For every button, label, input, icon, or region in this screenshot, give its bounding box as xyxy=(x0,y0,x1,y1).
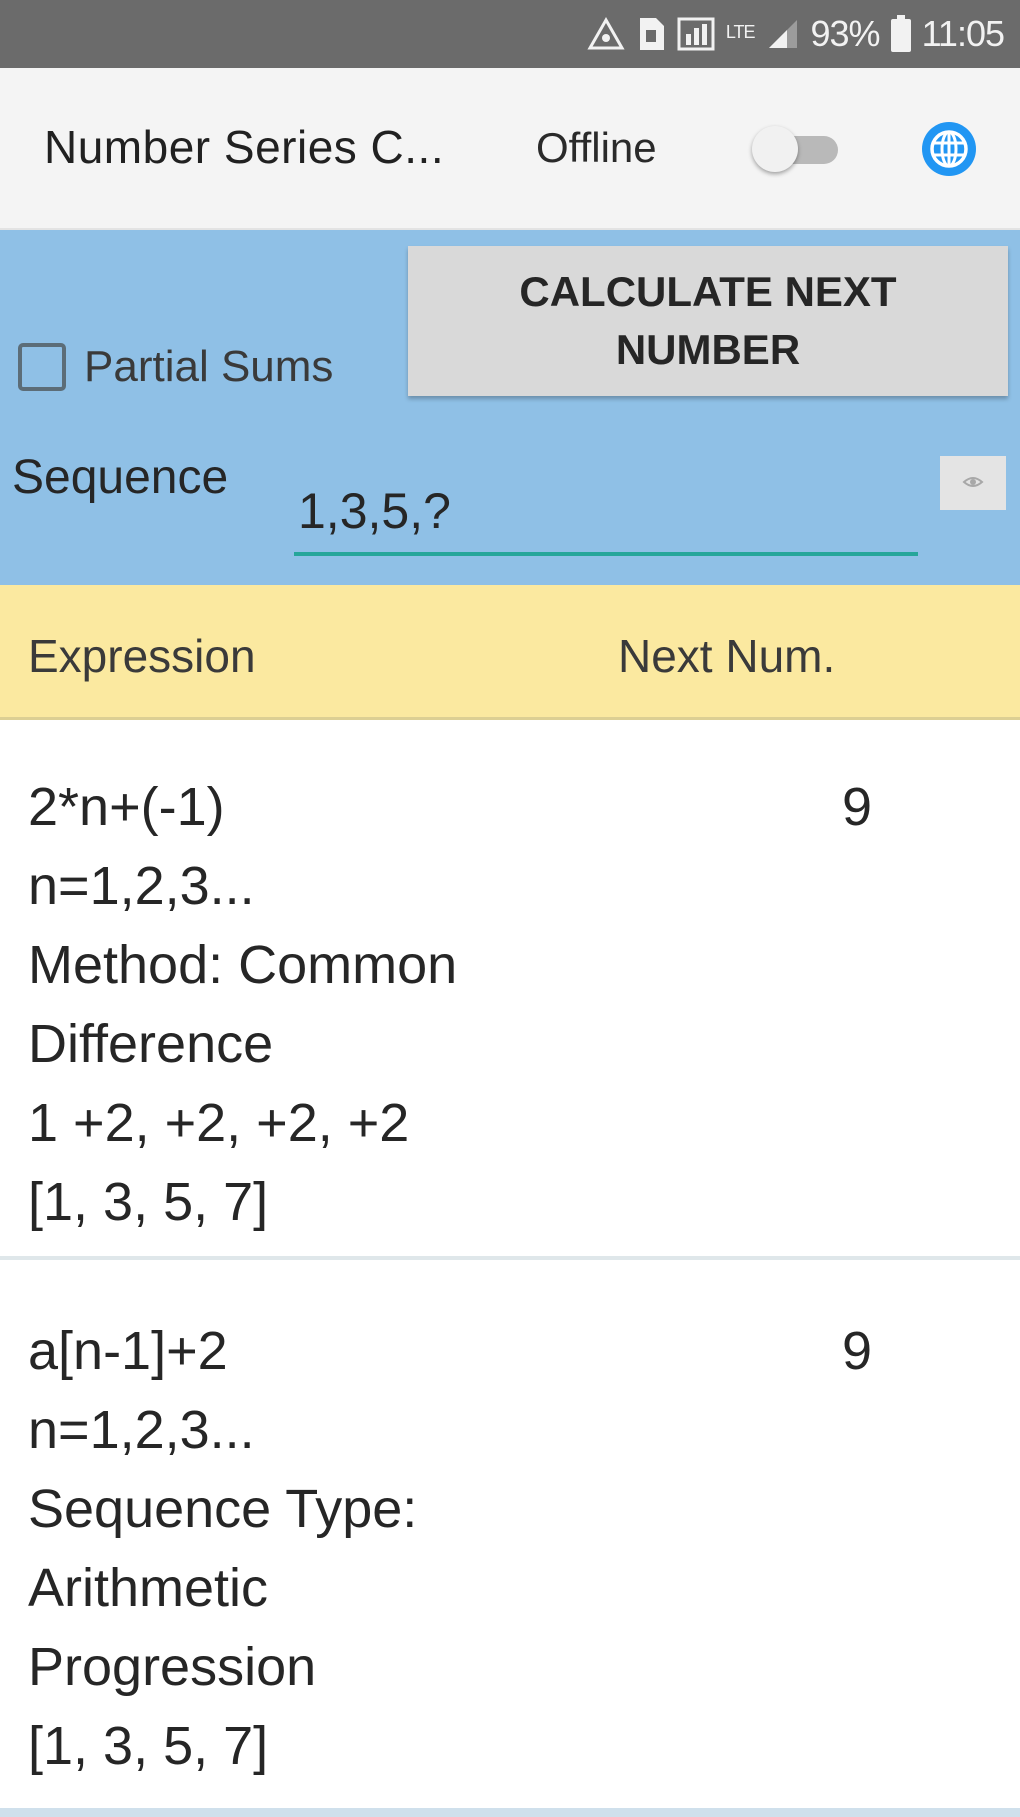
expression-method-cont: Difference xyxy=(28,1014,274,1074)
battery-percent: 93% xyxy=(810,13,881,54)
expression-terms: [1, 3, 5, 7] xyxy=(28,1172,269,1232)
result-item[interactable]: a[n-1]+2 n=1,2,3... Sequence Type: Arith… xyxy=(0,1264,1020,1817)
status-bar: LTE 93% 11:05 xyxy=(0,0,1020,68)
network-type-label: LTE xyxy=(725,21,756,42)
calculate-next-number-button[interactable]: CALCULATE NEXT NUMBER xyxy=(408,246,1008,396)
partial-sums-label: Partial Sums xyxy=(84,342,334,391)
input-panel: Partial Sums CALCULATE NEXT NUMBER Seque… xyxy=(0,230,1020,585)
action-bar: Number Series C... Offline xyxy=(0,68,1020,230)
sim-card-icon xyxy=(636,12,666,56)
notification-icon xyxy=(586,12,626,56)
clear-button[interactable] xyxy=(940,456,1006,510)
bottom-divider xyxy=(0,1808,1020,1817)
clear-icon xyxy=(962,474,984,493)
expression-formula: 2*n+(-1) xyxy=(28,777,225,837)
battery-icon xyxy=(890,12,912,56)
result-next-number: 9 xyxy=(842,777,873,837)
next-number-column-header: Next Num. xyxy=(618,630,836,682)
results-list: 2*n+(-1) n=1,2,3... Method: Common Diffe… xyxy=(0,720,1020,1817)
expression-type: Sequence Type: xyxy=(28,1479,418,1539)
partial-sums-option[interactable]: Partial Sums xyxy=(18,342,333,392)
expression-method: Method: Common xyxy=(28,935,458,995)
offline-toggle[interactable] xyxy=(752,124,842,174)
sequence-input[interactable] xyxy=(294,470,918,556)
expression-type-cont: Progression xyxy=(28,1637,317,1697)
result-next-number: 9 xyxy=(842,1321,873,1381)
expression-domain: n=1,2,3... xyxy=(28,1400,255,1460)
offline-label: Offline xyxy=(536,124,657,171)
expression-column-header: Expression xyxy=(28,630,256,682)
partial-sums-checkbox[interactable] xyxy=(18,343,66,391)
clock: 11:05 xyxy=(921,13,1005,54)
toggle-thumb xyxy=(752,126,798,172)
result-expression: a[n-1]+2 n=1,2,3... Sequence Type: Arith… xyxy=(28,1312,417,1786)
result-expression: 2*n+(-1) n=1,2,3... Method: Common Diffe… xyxy=(28,768,457,1242)
results-header: Expression Next Num. xyxy=(0,585,1020,720)
data-usage-icon xyxy=(676,12,716,56)
expression-differences: 1 +2, +2, +2, +2 xyxy=(28,1093,410,1153)
sequence-label: Sequence xyxy=(12,451,229,504)
expression-domain: n=1,2,3... xyxy=(28,856,255,916)
expression-terms: [1, 3, 5, 7] xyxy=(28,1716,269,1776)
result-item[interactable]: 2*n+(-1) n=1,2,3... Method: Common Diffe… xyxy=(0,720,1020,1260)
globe-icon[interactable] xyxy=(920,120,978,178)
signal-icon xyxy=(765,12,801,56)
expression-type-cont: Arithmetic xyxy=(28,1558,269,1618)
expression-formula: a[n-1]+2 xyxy=(28,1321,228,1381)
app-title: Number Series C... xyxy=(44,121,445,173)
